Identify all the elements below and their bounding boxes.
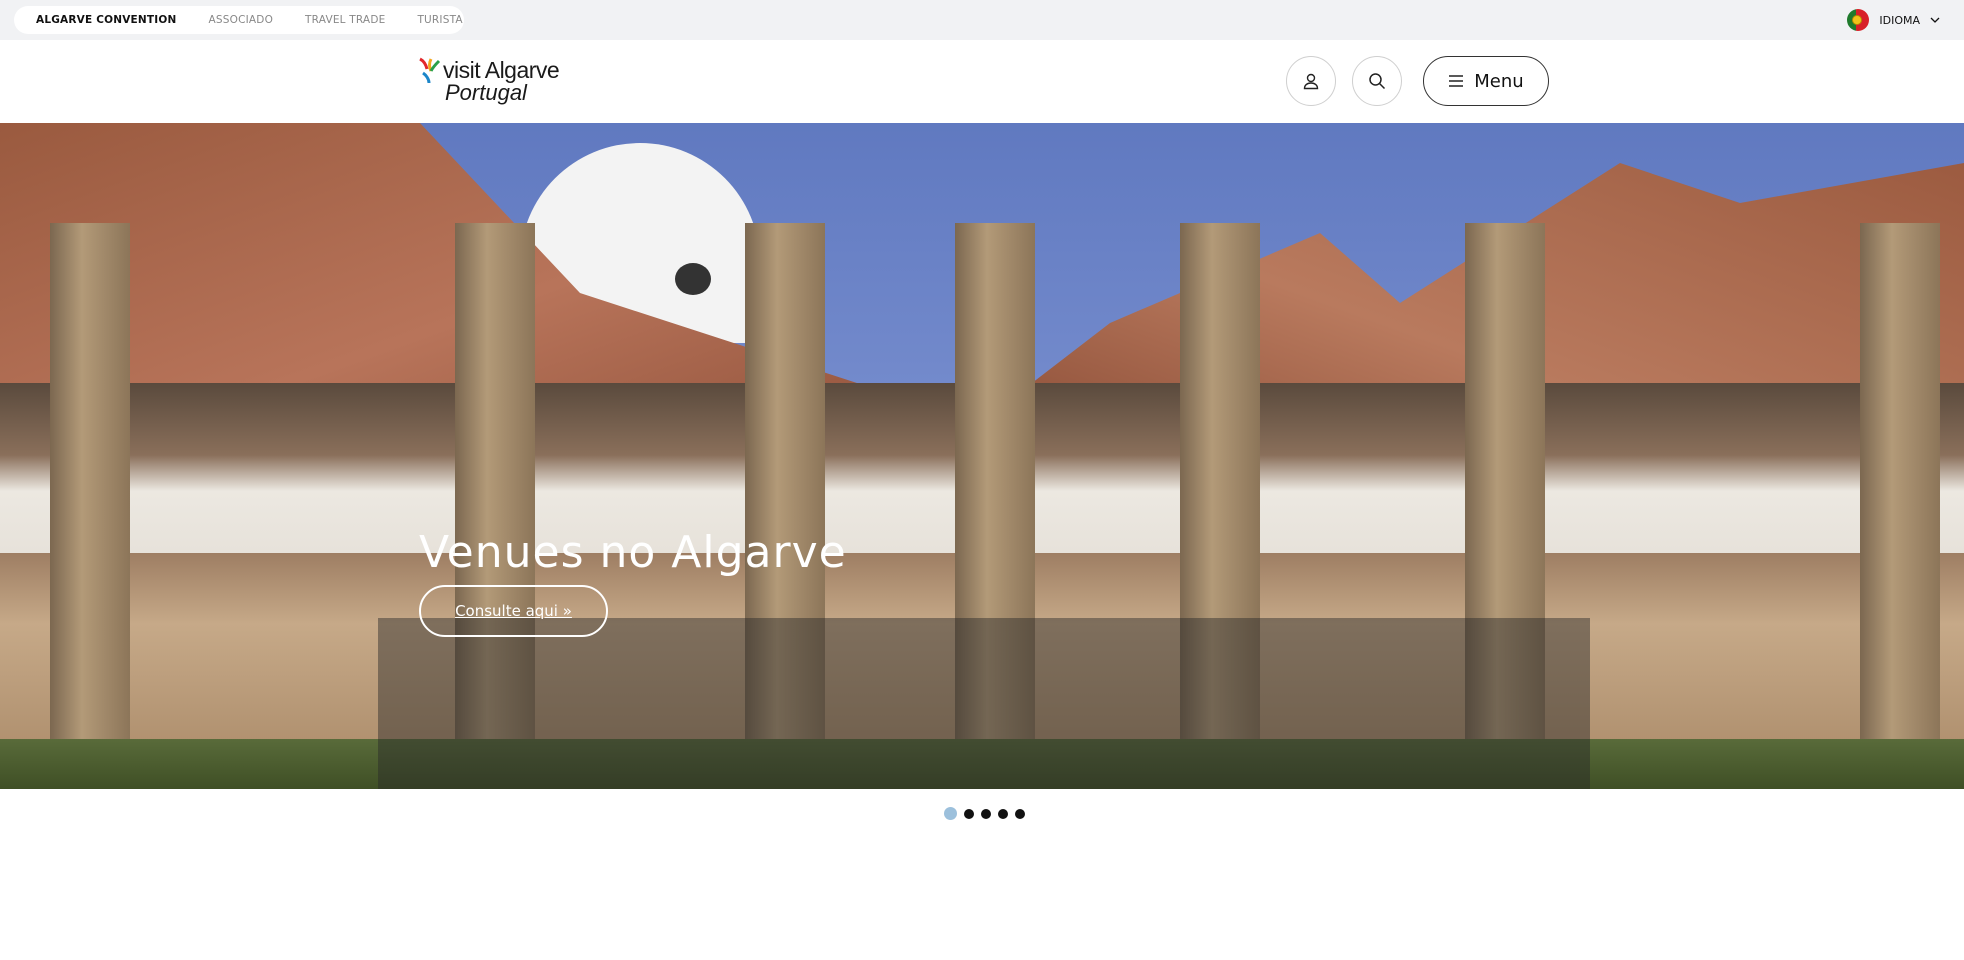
carousel-dot-5[interactable]	[1015, 808, 1025, 819]
user-icon	[1303, 73, 1319, 90]
audience-link-algarve-convention[interactable]: ALGARVE CONVENTION	[36, 14, 177, 26]
algarve-logo-mark-icon	[419, 57, 441, 84]
hero-image-pillar	[50, 223, 130, 789]
menu-button-label: Menu	[1474, 70, 1524, 92]
audience-link-turista[interactable]: TURISTA	[417, 14, 462, 26]
consulte-aqui-button[interactable]: Consulte aqui »	[419, 585, 608, 637]
carousel-pagination	[944, 807, 1025, 820]
portugal-flag-icon	[1847, 9, 1870, 31]
search-icon	[1369, 73, 1386, 90]
hamburger-icon	[1449, 75, 1464, 87]
menu-button[interactable]: Menu	[1423, 56, 1549, 106]
search-button[interactable]	[1352, 56, 1402, 106]
chevron-down-icon	[1930, 17, 1940, 23]
carousel-dot-2[interactable]	[964, 808, 974, 819]
top-bar: ALGARVE CONVENTION ASSOCIADO TRAVEL TRAD…	[0, 0, 1964, 40]
carousel-dot-1[interactable]	[944, 807, 957, 820]
logo-text-line2: Portugal	[445, 80, 527, 105]
language-label: IDIOMA	[1879, 13, 1920, 27]
hero-title: Venues no Algarve	[419, 527, 847, 578]
audience-link-associado[interactable]: ASSOCIADO	[209, 14, 274, 26]
carousel-dot-4[interactable]	[998, 808, 1008, 819]
hero-caption-overlay	[378, 618, 1590, 789]
site-header: visit Algarve Portugal Menu	[0, 40, 1964, 123]
visit-algarve-logo[interactable]: visit Algarve Portugal	[417, 55, 567, 111]
hero-slider	[0, 123, 1964, 789]
language-selector[interactable]: IDIOMA	[1847, 7, 1940, 33]
audience-switcher: ALGARVE CONVENTION ASSOCIADO TRAVEL TRAD…	[14, 6, 464, 34]
audience-link-travel-trade[interactable]: TRAVEL TRADE	[305, 14, 385, 26]
hero-image-pillar	[1860, 223, 1940, 789]
carousel-dot-3[interactable]	[981, 808, 991, 819]
account-button[interactable]	[1286, 56, 1336, 106]
